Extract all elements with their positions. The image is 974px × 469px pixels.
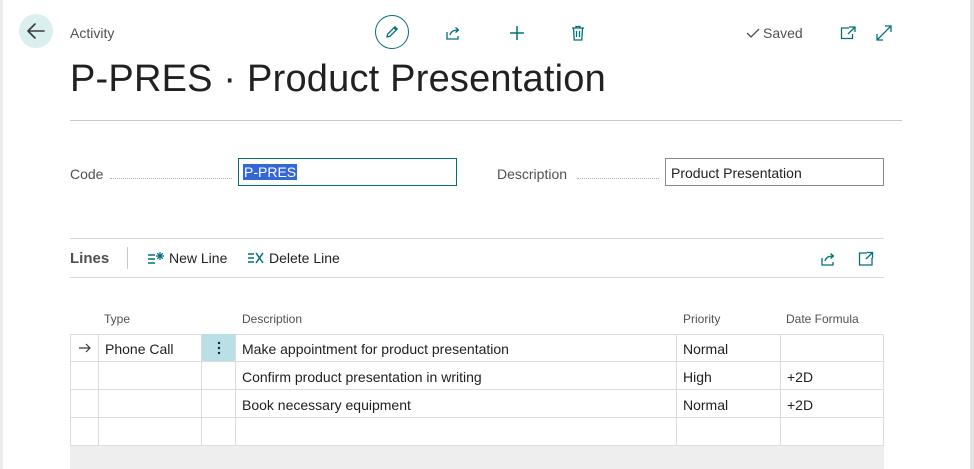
type-cell[interactable]: Phone Call (99, 334, 202, 362)
saved-label: Saved (763, 25, 803, 41)
delete-button[interactable] (567, 22, 589, 44)
column-header-priority[interactable]: Priority (683, 312, 720, 326)
plus-icon (510, 26, 524, 40)
description-label: Description (497, 166, 568, 182)
priority-cell[interactable]: High (677, 362, 781, 390)
expand-button[interactable] (873, 22, 895, 44)
code-field[interactable]: P-PRES (238, 158, 457, 186)
lines-bar-top-border (70, 238, 884, 239)
delete-line-label: Delete Line (269, 250, 340, 266)
new-button[interactable] (506, 22, 528, 44)
table-row[interactable] (70, 418, 884, 446)
row-indicator-cell[interactable] (70, 418, 99, 446)
date-formula-cell[interactable]: +2D (781, 362, 884, 390)
breadcrumb: Activity (70, 25, 115, 41)
pop-out-icon (840, 26, 856, 40)
row-indicator-cell[interactable] (70, 390, 99, 418)
share-button[interactable] (443, 22, 465, 44)
column-header-date-formula[interactable]: Date Formula (786, 312, 859, 326)
date-formula-cell[interactable] (781, 334, 884, 362)
column-header-type[interactable]: Type (104, 312, 130, 326)
row-actions-cell[interactable] (202, 390, 236, 418)
saved-status: Saved (746, 25, 803, 41)
row-actions-cell[interactable] (202, 334, 236, 362)
more-options-icon (217, 341, 220, 354)
checkmark-icon (746, 28, 760, 38)
code-dots (110, 178, 232, 179)
current-row-arrow-icon (78, 343, 91, 352)
left-edge (0, 0, 3, 469)
row-indicator-cell[interactable] (70, 334, 99, 362)
type-cell[interactable] (99, 390, 202, 418)
new-line-label: New Line (169, 250, 228, 266)
priority-cell[interactable]: Normal (677, 334, 781, 362)
pencil-icon (386, 26, 398, 38)
priority-cell[interactable]: Normal (677, 390, 781, 418)
row-actions-cell[interactable] (202, 362, 236, 390)
lines-bar-bottom-border (70, 277, 884, 278)
description-field[interactable]: Product Presentation (665, 158, 884, 186)
date-formula-cell[interactable] (781, 418, 884, 446)
grid-footer-area (70, 446, 884, 469)
description-cell[interactable]: Make appointment for product presentatio… (236, 334, 677, 362)
back-button[interactable] (19, 14, 53, 48)
description-cell[interactable] (236, 418, 677, 446)
description-cell[interactable]: Book necessary equipment (236, 390, 677, 418)
open-new-window-button[interactable] (837, 22, 859, 44)
delete-line-button[interactable]: Delete Line (247, 250, 340, 266)
table-row[interactable]: Book necessary equipment Normal +2D (70, 390, 884, 418)
type-cell[interactable] (99, 418, 202, 446)
share-icon (821, 253, 835, 266)
description-cell[interactable]: Confirm product presentation in writing (236, 362, 677, 390)
collapse-expand-icon (858, 251, 874, 266)
column-header-description[interactable]: Description (242, 312, 302, 326)
new-line-button[interactable]: New Line (147, 250, 227, 266)
delete-line-icon (248, 252, 264, 264)
priority-cell[interactable] (677, 418, 781, 446)
right-edge (970, 0, 974, 469)
page-title: P-PRES · Product Presentation (70, 58, 606, 100)
lines-share-button[interactable] (818, 248, 840, 270)
trash-icon (572, 25, 584, 41)
lines-expand-button[interactable] (855, 248, 877, 270)
lines-title[interactable]: Lines (70, 250, 109, 267)
share-icon (446, 27, 460, 40)
header-divider (70, 120, 902, 121)
expand-icon (876, 25, 892, 41)
description-dots (577, 178, 659, 179)
table-row[interactable]: Phone Call Make appointment for product … (70, 334, 884, 362)
type-cell[interactable] (99, 362, 202, 390)
arrow-left-icon (27, 23, 45, 39)
lines-separator (127, 247, 128, 269)
row-indicator-cell[interactable] (70, 362, 99, 390)
row-actions-cell[interactable] (202, 418, 236, 446)
table-row[interactable]: Confirm product presentation in writing … (70, 362, 884, 390)
date-formula-cell[interactable]: +2D (781, 390, 884, 418)
new-line-icon (148, 252, 164, 264)
code-label: Code (70, 166, 104, 182)
code-value: P-PRES (243, 164, 298, 180)
edit-button[interactable] (375, 15, 409, 49)
